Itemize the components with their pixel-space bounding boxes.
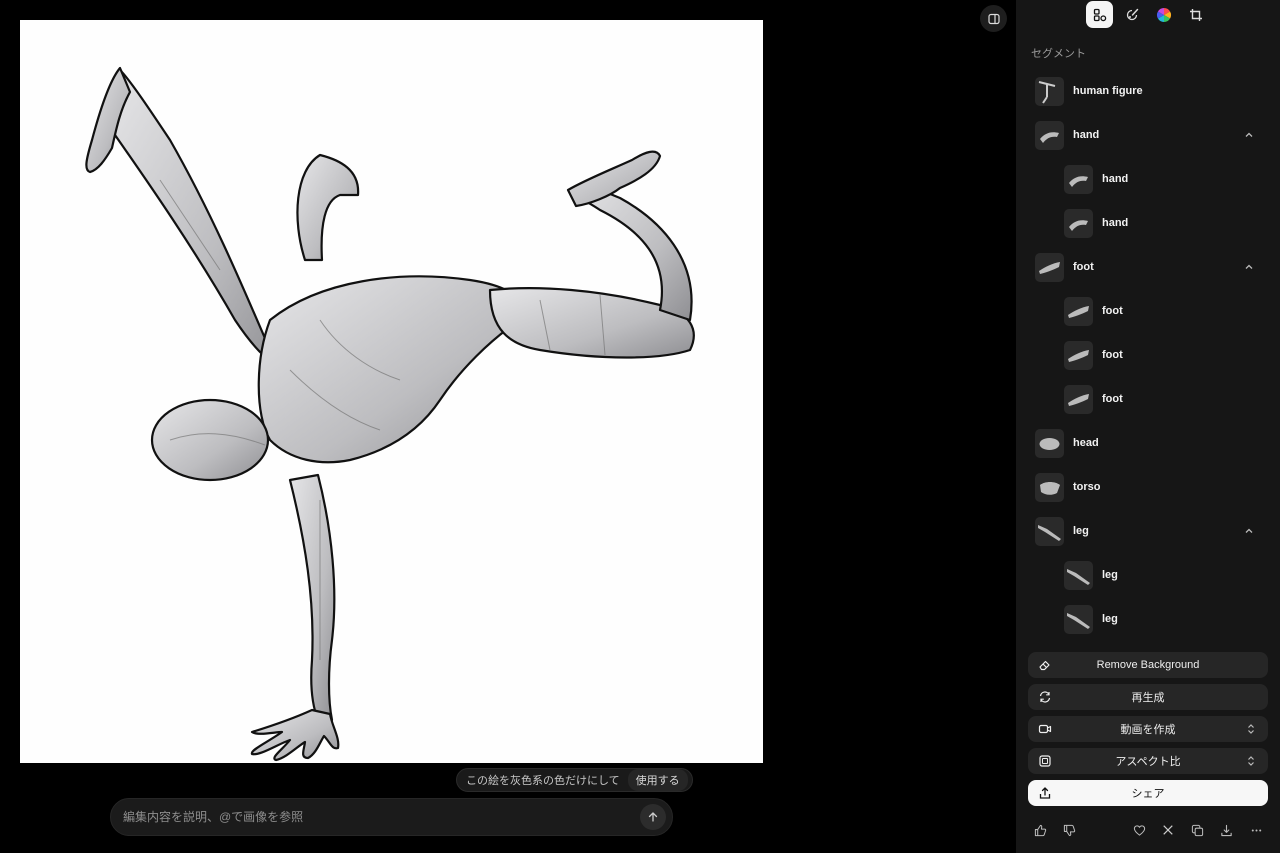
segment-icon [1093, 8, 1106, 21]
segment-thumbnail [1064, 384, 1093, 414]
segment-row-human-figure[interactable]: human figure [1016, 69, 1280, 113]
eraser-icon [1039, 660, 1050, 671]
share-label: シェア [1131, 788, 1165, 800]
chevron-up-down-icon [1248, 724, 1254, 734]
crop-icon [1189, 8, 1202, 21]
x-logo-icon [1163, 825, 1173, 835]
segment-label: leg [1073, 525, 1089, 537]
copy-button[interactable] [1188, 821, 1206, 839]
crop-tool-button[interactable] [1182, 1, 1209, 28]
chevron-up-down-icon [1248, 756, 1254, 766]
segment-thumbnail [1035, 516, 1064, 546]
segment-label: foot [1102, 349, 1123, 361]
segment-child-row-foot[interactable]: foot [1016, 333, 1280, 377]
segment-label: human figure [1073, 85, 1143, 97]
send-button[interactable] [640, 804, 666, 830]
segment-thumbnail [1064, 340, 1093, 370]
share-upload-icon [1039, 787, 1051, 799]
aspect-ratio-icon [1039, 755, 1051, 767]
segment-row-leg[interactable]: leg [1016, 509, 1280, 553]
segment-label: hand [1102, 217, 1129, 229]
color-tool-button[interactable] [1150, 1, 1177, 28]
regenerate-label: 再生成 [1131, 692, 1165, 704]
thumbs-up-icon [1034, 824, 1046, 836]
segment-row-head[interactable]: head [1016, 421, 1280, 465]
remove-background-label: Remove Background [1096, 659, 1200, 671]
color-wheel-icon [1156, 7, 1171, 22]
mannequin-illustration [85, 66, 695, 762]
segment-row-foot[interactable]: foot [1016, 245, 1280, 289]
segment-label: foot [1073, 261, 1094, 273]
copy-icon [1191, 824, 1203, 836]
segment-thumbnail [1064, 296, 1093, 326]
download-button[interactable] [1217, 821, 1235, 839]
chevron-up-icon[interactable] [1242, 524, 1256, 538]
segment-list: human figure hand hand hand foot foot foot foot… [1016, 69, 1280, 641]
segment-label: hand [1102, 173, 1129, 185]
segment-row-hand[interactable]: hand [1016, 113, 1280, 157]
segment-thumbnail [1035, 120, 1064, 150]
paint-tool-button[interactable] [1118, 1, 1145, 28]
segment-child-row-foot[interactable]: foot [1016, 289, 1280, 333]
video-camera-icon [1038, 724, 1052, 734]
create-video-button[interactable]: 動画を作成 [1028, 716, 1268, 742]
thumbs-up-button[interactable] [1031, 821, 1049, 839]
tool-switcher [1086, 1, 1209, 28]
segment-thumbnail [1064, 560, 1093, 590]
arrow-up-icon [648, 812, 658, 822]
segment-thumbnail [1064, 208, 1093, 238]
segment-child-row-hand[interactable]: hand [1016, 201, 1280, 245]
prompt-suggestion-chip[interactable]: この絵を灰色系の色だけにして 使用する [456, 768, 693, 792]
segment-label: torso [1073, 481, 1101, 493]
segment-label: hand [1073, 129, 1100, 141]
more-options-button[interactable] [1247, 821, 1265, 839]
suggestion-text: この絵を灰色系の色だけにして [466, 775, 620, 787]
regenerate-button[interactable]: 再生成 [1028, 684, 1268, 710]
segment-label: leg [1102, 613, 1118, 625]
segment-tool-button[interactable] [1086, 1, 1113, 28]
chevron-up-icon[interactable] [1242, 260, 1256, 274]
segment-label: head [1073, 437, 1099, 449]
segment-thumbnail [1064, 164, 1093, 194]
segment-row-torso[interactable]: torso [1016, 465, 1280, 509]
segment-thumbnail [1035, 252, 1064, 282]
segment-child-row-hand[interactable]: hand [1016, 157, 1280, 201]
refresh-icon [1039, 691, 1051, 703]
download-icon [1220, 824, 1232, 836]
sidebar-toggle-icon [987, 13, 1000, 24]
share-x-button[interactable] [1159, 821, 1177, 839]
image-canvas[interactable] [20, 20, 763, 763]
paint-brush-icon [1126, 8, 1138, 20]
use-suggestion-button[interactable]: 使用する [627, 769, 688, 791]
more-horizontal-icon [1251, 828, 1261, 832]
aspect-ratio-button[interactable]: アスペクト比 [1028, 748, 1268, 774]
segment-thumbnail [1035, 472, 1064, 502]
chevron-up-icon[interactable] [1242, 128, 1256, 142]
feedback-toolbar [1016, 821, 1280, 839]
remove-background-button[interactable]: Remove Background [1028, 652, 1268, 678]
segments-panel: セグメント human figure hand hand hand foot foot fo… [1016, 0, 1280, 853]
thumbs-down-button[interactable] [1060, 821, 1078, 839]
create-video-label: 動画を作成 [1120, 724, 1176, 736]
thumbs-down-icon [1063, 824, 1075, 836]
edit-prompt-input[interactable] [123, 810, 640, 824]
segment-child-row-leg[interactable]: leg [1016, 553, 1280, 597]
share-button[interactable]: シェア [1028, 780, 1268, 806]
heart-icon [1133, 824, 1145, 836]
segment-child-row-foot[interactable]: foot [1016, 377, 1280, 421]
segment-thumbnail [1035, 76, 1064, 106]
segment-label: foot [1102, 305, 1123, 317]
segment-thumbnail [1035, 428, 1064, 458]
segment-child-row-leg[interactable]: leg [1016, 597, 1280, 641]
segment-label: foot [1102, 393, 1123, 405]
section-title: セグメント [1031, 48, 1086, 60]
aspect-ratio-label: アスペクト比 [1115, 756, 1181, 768]
segment-label: leg [1102, 569, 1118, 581]
prompt-bar [110, 798, 673, 836]
panel-toggle-button[interactable] [980, 5, 1007, 32]
segment-thumbnail [1064, 604, 1093, 634]
favorite-button[interactable] [1130, 821, 1148, 839]
editor-app: この絵を灰色系の色だけにして 使用する 編集内容を説明、@で画像を参照 セグメン… [0, 0, 1280, 853]
